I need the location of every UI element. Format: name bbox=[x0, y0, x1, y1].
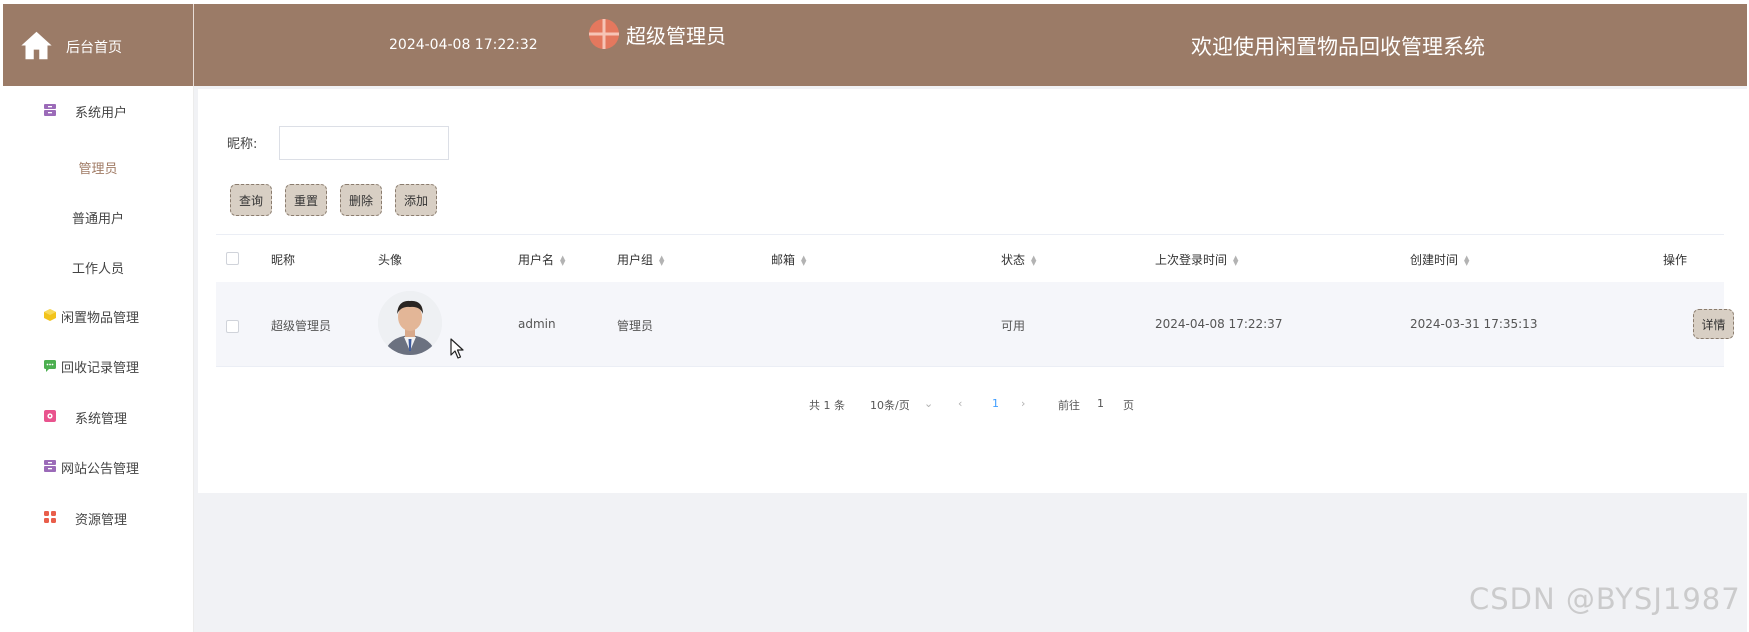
query-button[interactable]: 查询 bbox=[230, 184, 272, 216]
column-header-label: 用户组 bbox=[617, 253, 654, 267]
main-panel: 昵称: 查询 重置 删除 添加 昵称 头像 用户名 ▲ ▼ 用户组 ▲ ▼ 邮箱 ▲ ▼ 状… bbox=[198, 89, 1747, 493]
goto-prefix: 前往 bbox=[1058, 399, 1080, 412]
archive-icon bbox=[44, 104, 56, 116]
top-header: 后台首页 2024-04-08 17:22:32 超级管理员 欢迎使用闲置物品回… bbox=[3, 4, 1747, 86]
sort-icon[interactable]: ▲ ▼ bbox=[801, 254, 806, 266]
sidebar-subitem-staff[interactable]: 工作人员 bbox=[3, 258, 193, 277]
welcome-title: 欢迎使用闲置物品回收管理系统 bbox=[1191, 35, 1485, 59]
nickname-search-label: 昵称: bbox=[227, 137, 258, 152]
sidebar-item-system-settings[interactable]: 系统管理 bbox=[3, 401, 193, 431]
archive-icon bbox=[44, 460, 56, 472]
page-size-select[interactable]: 10条/页 bbox=[870, 397, 910, 413]
sidebar-item-resources[interactable]: 资源管理 bbox=[3, 502, 193, 532]
home-link[interactable]: 后台首页 bbox=[3, 4, 194, 86]
cube-icon bbox=[44, 309, 56, 321]
sidebar-item-idle-items[interactable]: 闲置物品管理 bbox=[3, 300, 193, 330]
sidebar-item-label: 系统管理 bbox=[75, 412, 128, 427]
sidebar-subitem-admins[interactable]: 管理员 bbox=[3, 158, 193, 177]
column-header-actions: 操作 bbox=[1663, 253, 1688, 267]
table-row: 超级管理员 admin 管理员 可用 2024-04-08 17:22:37 2… bbox=[216, 282, 1734, 367]
cell-nickname: 超级管理员 bbox=[271, 319, 332, 333]
cell-username: admin bbox=[518, 317, 556, 331]
next-page-icon[interactable]: › bbox=[1021, 397, 1025, 410]
column-header-label: 用户名 bbox=[518, 253, 555, 267]
sidebar: 系统用户 管理员 普通用户 工作人员 闲置物品管理 回收记录管理 系统管理 网站… bbox=[3, 86, 194, 632]
add-button[interactable]: 添加 bbox=[395, 184, 437, 216]
goto-suffix: 页 bbox=[1123, 399, 1134, 412]
column-header-nickname: 昵称 bbox=[271, 253, 296, 267]
chevron-down-icon[interactable]: ⌄ bbox=[924, 397, 933, 410]
detail-button[interactable]: 详情 bbox=[1693, 309, 1734, 339]
row-checkbox[interactable] bbox=[226, 320, 239, 333]
cell-created: 2024-03-31 17:35:13 bbox=[1410, 317, 1538, 331]
sidebar-subitem-users[interactable]: 普通用户 bbox=[3, 208, 193, 227]
column-header-label: 状态 bbox=[1001, 253, 1026, 267]
cell-last-login: 2024-04-08 17:22:37 bbox=[1155, 317, 1283, 331]
sidebar-item-label: 网站公告管理 bbox=[61, 462, 140, 477]
column-header-label: 创建时间 bbox=[1410, 253, 1459, 267]
user-avatar-icon bbox=[589, 19, 619, 49]
chat-icon bbox=[44, 360, 56, 372]
home-label: 后台首页 bbox=[66, 40, 122, 56]
column-header-last-login[interactable]: 上次登录时间 ▲ ▼ bbox=[1155, 251, 1238, 268]
column-header-label: 上次登录时间 bbox=[1155, 253, 1228, 267]
cell-group: 管理员 bbox=[617, 319, 654, 333]
select-all-checkbox[interactable] bbox=[226, 252, 239, 265]
prev-page-icon[interactable]: ‹ bbox=[958, 397, 962, 410]
delete-button[interactable]: 删除 bbox=[340, 184, 382, 216]
sidebar-item-label: 系统用户 bbox=[75, 106, 128, 121]
sidebar-item-label: 闲置物品管理 bbox=[61, 311, 140, 326]
settings-box-icon bbox=[44, 410, 56, 422]
sort-icon[interactable]: ▲ ▼ bbox=[659, 254, 664, 266]
column-header-created[interactable]: 创建时间 ▲ ▼ bbox=[1410, 251, 1469, 268]
column-header-avatar: 头像 bbox=[378, 253, 403, 267]
avatar bbox=[378, 291, 442, 355]
grid-icon bbox=[44, 511, 56, 523]
reset-button[interactable]: 重置 bbox=[285, 184, 327, 216]
sidebar-item-label: 资源管理 bbox=[75, 513, 128, 528]
column-header-username[interactable]: 用户名 ▲ ▼ bbox=[518, 251, 565, 268]
person-avatar-icon bbox=[378, 291, 442, 355]
sidebar-item-announcements[interactable]: 网站公告管理 bbox=[3, 451, 193, 481]
watermark: CSDN @BYSJ1987 bbox=[1469, 582, 1741, 616]
cell-status: 可用 bbox=[1001, 319, 1026, 333]
column-header-group[interactable]: 用户组 ▲ ▼ bbox=[617, 251, 664, 268]
current-user-name: 超级管理员 bbox=[626, 24, 726, 48]
datetime-display: 2024-04-08 17:22:32 bbox=[389, 37, 538, 53]
column-header-status[interactable]: 状态 ▲ ▼ bbox=[1001, 251, 1036, 268]
home-icon bbox=[21, 31, 52, 60]
table-header: 昵称 头像 用户名 ▲ ▼ 用户组 ▲ ▼ 邮箱 ▲ ▼ 状态 ▲ ▼ 上次登录时间 ▲ ▼ 创建时… bbox=[216, 234, 1724, 284]
column-header-email[interactable]: 邮箱 ▲ ▼ bbox=[771, 251, 806, 268]
sort-icon[interactable]: ▲ ▼ bbox=[1031, 254, 1036, 266]
sidebar-item-system-users[interactable]: 系统用户 bbox=[3, 95, 193, 125]
sidebar-item-label: 回收记录管理 bbox=[61, 361, 140, 376]
mouse-cursor-icon bbox=[450, 338, 464, 359]
column-header-label: 邮箱 bbox=[771, 253, 796, 267]
nickname-search-input[interactable] bbox=[279, 126, 449, 160]
sort-icon[interactable]: ▲ ▼ bbox=[1464, 254, 1469, 266]
sort-icon[interactable]: ▲ ▼ bbox=[1233, 254, 1238, 266]
current-page-number[interactable]: 1 bbox=[992, 397, 999, 410]
app-frame: 后台首页 2024-04-08 17:22:32 超级管理员 欢迎使用闲置物品回… bbox=[3, 4, 1747, 632]
sort-icon[interactable]: ▲ ▼ bbox=[560, 254, 565, 266]
sidebar-item-recycle-records[interactable]: 回收记录管理 bbox=[3, 350, 193, 380]
goto-page-input[interactable]: 1 bbox=[1097, 397, 1104, 410]
pagination: 共 1 条 10条/页 ⌄ ‹ 1 › 前往 1 页 bbox=[198, 394, 1747, 414]
pagination-total: 共 1 条 bbox=[809, 399, 845, 412]
